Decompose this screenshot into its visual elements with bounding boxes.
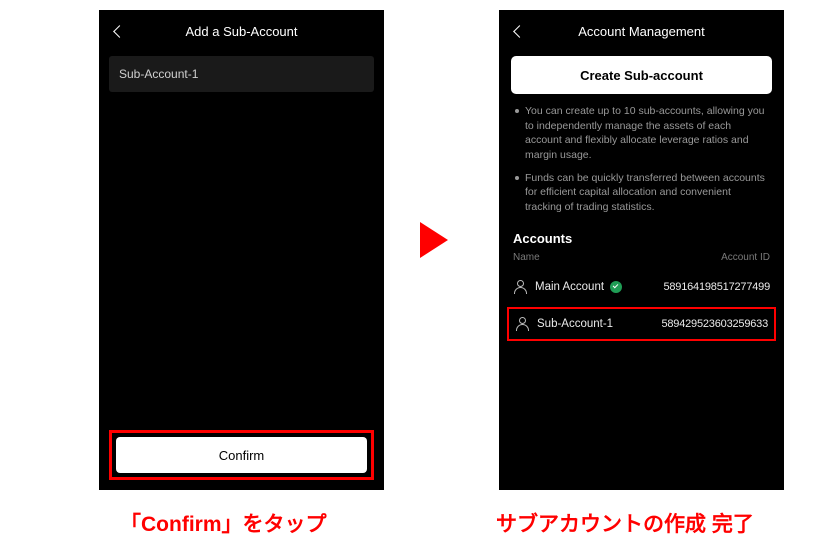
account-id: 589164198517277499 <box>663 281 770 293</box>
account-row-main[interactable]: Main Account 589164198517277499 <box>499 271 784 303</box>
caption-right: サブアカウントの作成 完了 <box>496 508 754 538</box>
screen-title: Add a Sub-Account <box>99 24 384 39</box>
account-name: Sub-Account-1 <box>537 318 613 330</box>
phone-screen-account-management: Account Management Create Sub-account Yo… <box>499 10 784 490</box>
account-id: 589429523603259633 <box>661 318 768 330</box>
account-name: Main Account <box>535 281 604 293</box>
verified-check-icon <box>610 281 622 293</box>
confirm-button[interactable]: Confirm <box>116 437 367 473</box>
info-bullet-2: Funds can be quickly transferred between… <box>513 171 770 215</box>
user-icon <box>513 280 527 294</box>
confirm-highlight-box: Confirm <box>109 430 374 480</box>
account-row-sub-highlighted[interactable]: Sub-Account-1 589429523603259633 <box>507 307 776 341</box>
accounts-column-headers: Name Account ID <box>499 252 784 271</box>
accounts-header: Accounts <box>499 223 784 252</box>
col-account-id: Account ID <box>721 252 770 263</box>
input-value-text: Sub-Account-1 <box>119 67 198 81</box>
info-bullets: You can create up to 10 sub-accounts, al… <box>499 104 784 215</box>
create-subaccount-button[interactable]: Create Sub-account <box>511 56 772 94</box>
caption-left: 「Confirm」をタップ <box>120 508 327 538</box>
subaccount-name-input[interactable]: Sub-Account-1 <box>109 56 374 92</box>
create-button-label: Create Sub-account <box>580 68 703 83</box>
topbar: Add a Sub-Account <box>99 10 384 52</box>
col-name: Name <box>513 252 540 263</box>
step-arrow-icon <box>420 222 448 258</box>
screen-title: Account Management <box>499 24 784 39</box>
info-bullet-1: You can create up to 10 sub-accounts, al… <box>513 104 770 163</box>
phone-screen-add-subaccount: Add a Sub-Account Sub-Account-1 Confirm <box>99 10 384 490</box>
user-icon <box>515 317 529 331</box>
confirm-button-label: Confirm <box>219 448 265 463</box>
topbar: Account Management <box>499 10 784 52</box>
